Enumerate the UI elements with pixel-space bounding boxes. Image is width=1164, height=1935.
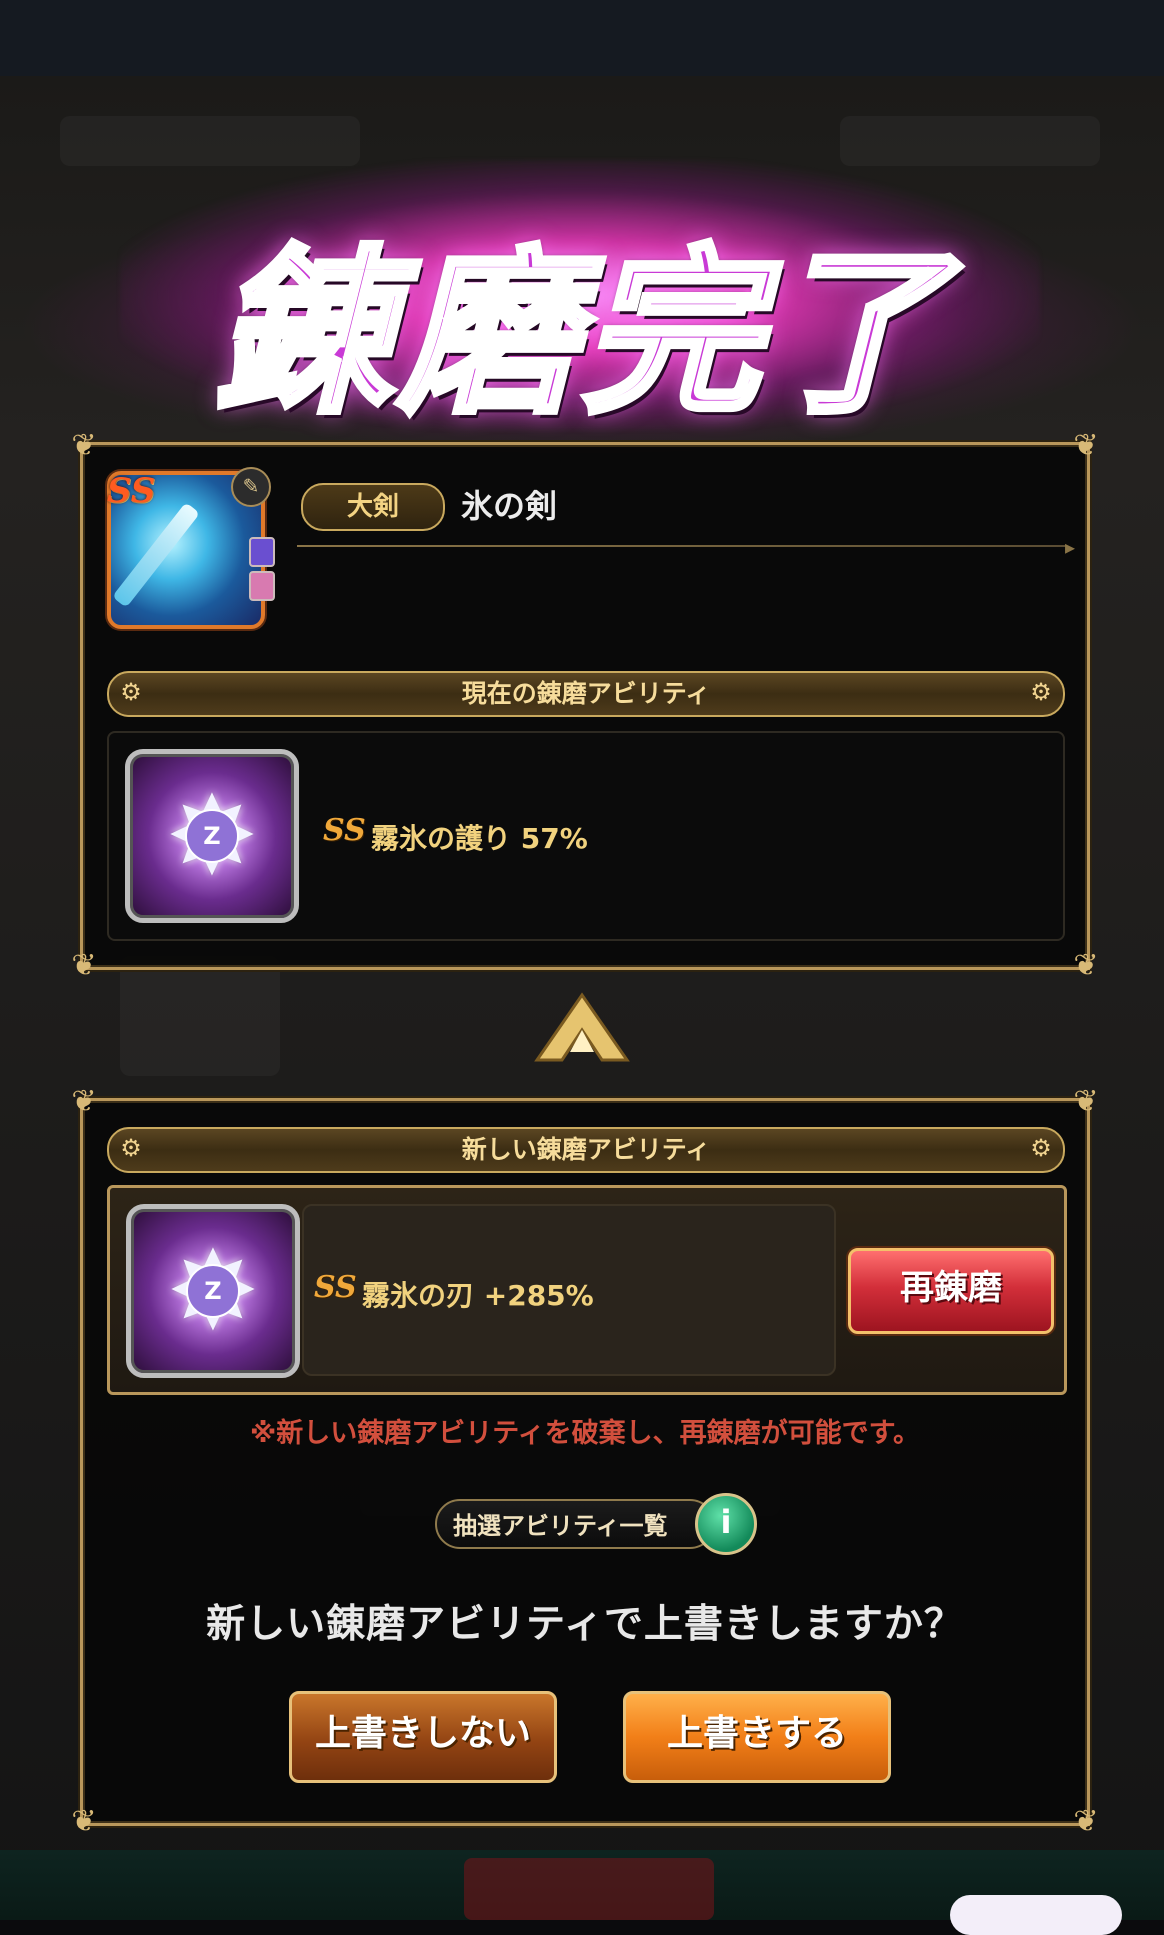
gear-ornament-icon: ⚙ [1030,678,1052,706]
title-banner: 錬磨完了 [0,150,1164,440]
gem-icon [249,537,275,567]
info-icon[interactable]: i [695,1493,757,1555]
new-ability-text: 霧氷の刃 +285% [362,1279,594,1312]
weapon-icon[interactable]: SS ✎ [107,467,275,629]
corner-ornament-icon: ❦ [1073,1804,1099,1839]
lock-icon[interactable]: ✎ [231,467,271,507]
current-ability-text: 霧氷の護り 57% [371,822,588,855]
corner-ornament-icon: ❦ [71,428,97,463]
weapon-name: 氷の剣 [461,487,558,525]
background-ghost-card [120,956,280,1076]
ability-emblem-icon: Z [185,809,239,863]
corner-ornament-icon: ❦ [1073,1084,1099,1119]
bottom-menu-highlight [464,1858,714,1920]
rarity-badge: SS [107,471,156,511]
corner-ornament-icon: ❦ [71,1804,97,1839]
ss-rank-icon: SS [314,1270,357,1305]
ability-crest-icon: ✸ Z [126,1204,300,1378]
new-ability-header: ⚙ 新しい錬磨アビリティ ⚙ [107,1127,1065,1173]
current-ability-row: ✸ Z SS 霧氷の護り 57% [107,731,1065,941]
ss-rank-icon: SS [323,813,366,848]
corner-ornament-icon: ❦ [1073,948,1099,983]
gear-ornament-icon: ⚙ [1030,1134,1052,1162]
gem-icon [249,571,275,601]
arrow-up-icon [534,992,630,1062]
current-ability-panel: ❦ ❦ ❦ ❦ SS ✎ 大剣 氷の剣 ▸ ⚙ 現在の錬磨アビリティ ⚙ ✸ Z… [71,429,1098,983]
new-ability-row: ✸ Z SS 霧氷の刃 +285% 再錬磨 [107,1185,1067,1395]
corner-ornament-icon: ❦ [71,948,97,983]
divider [297,545,1067,547]
reroll-button[interactable]: 再錬磨 [848,1248,1054,1334]
page-title: 錬磨完了 [211,225,950,440]
reroll-notice: ※新しい錬磨アビリティを破棄し、再錬磨が可能です。 [250,1418,920,1449]
corner-ornament-icon: ❦ [71,1084,97,1119]
weapon-type-badge: 大剣 [301,483,445,531]
overwrite-question: 新しい錬磨アビリティで上書きしますか？ [206,1602,964,1647]
current-ability-header-label: 現在の錬磨アビリティ [461,679,711,708]
lottery-ability-list-button[interactable]: 抽選アビリティ一覧 [435,1499,715,1549]
ability-crest-icon: ✸ Z [125,749,299,923]
current-ability-header: ⚙ 現在の錬磨アビリティ ⚙ [107,671,1065,717]
do-not-overwrite-button[interactable]: 上書きしない [289,1691,557,1783]
new-ability-panel: ❦ ❦ ❦ ❦ ⚙ 新しい錬磨アビリティ ⚙ ✸ Z SS 霧氷の刃 +285%… [71,1085,1098,1839]
status-bar [0,0,1164,76]
overwrite-button[interactable]: 上書きする [623,1691,891,1783]
new-ability-detail: SS 霧氷の刃 +285% [302,1204,836,1376]
floating-action-button[interactable] [950,1895,1122,1935]
corner-ornament-icon: ❦ [1073,428,1099,463]
chevron-right-icon: ▸ [1064,535,1075,559]
sword-icon [111,502,201,608]
new-ability-header-label: 新しい錬磨アビリティ [461,1135,711,1164]
ability-emblem-icon: Z [186,1264,240,1318]
